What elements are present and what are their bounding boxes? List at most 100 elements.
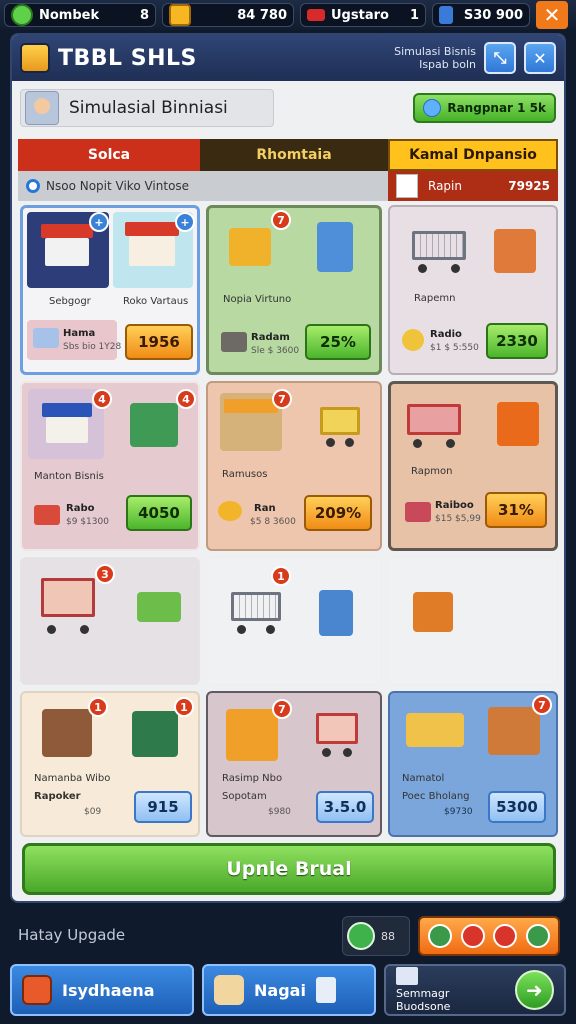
roof-shape	[224, 399, 278, 413]
resource-1-label: Nombek	[39, 7, 100, 23]
wall-shape	[45, 238, 89, 266]
arrow-right-icon[interactable]: ➜	[514, 970, 554, 1010]
category-tabs: Solca Rhomtaia Kamal Dnpansio	[18, 139, 558, 171]
globe-icon	[423, 99, 442, 117]
price-button[interactable]: 25%	[305, 324, 371, 360]
tag-icon	[405, 502, 431, 522]
resource-counter-2[interactable]: 84 780	[162, 3, 294, 27]
radio-icon[interactable]	[26, 179, 40, 193]
ticket-icon	[307, 9, 325, 21]
upgrade-card[interactable]: 7 Namatol Poec Bholang $9730 5300	[388, 691, 558, 837]
history-label[interactable]: Hatay Upgade	[18, 926, 125, 944]
upgrade-card[interactable]: 3	[20, 557, 200, 685]
price-button[interactable]: 4050	[126, 495, 192, 531]
calendar-icon	[396, 967, 418, 985]
price-button[interactable]: 3.5.0	[316, 791, 374, 823]
tab-expansion[interactable]: Kamal Dnpansio	[388, 139, 558, 171]
upgrade-card[interactable]: Rapemn Radio $1 $ 5:550 2330	[388, 205, 558, 375]
produce-stand-icon	[130, 403, 178, 447]
upgrade-card[interactable]: 7 Nopia Virtuno Radam Sle $ 3600 25%	[206, 205, 382, 375]
price-button[interactable]: 209%	[304, 495, 372, 531]
gold-coin-icon	[169, 4, 191, 26]
card-footer-title: Radio	[430, 329, 462, 340]
upgrade-card[interactable]	[388, 557, 558, 685]
card-footer-sub: $5 8 3600	[250, 517, 296, 527]
close-icon[interactable]: ✕	[536, 1, 568, 29]
notification-badge: 3	[95, 564, 115, 584]
upgrade-grid: + + Sebgogr Roko Vartaus Hama Sbs bio 1Y…	[20, 205, 558, 837]
resource-counter-4[interactable]: S30 900	[432, 3, 530, 27]
resource-3-value: 1	[409, 7, 419, 23]
resource-counter-3[interactable]: Ugstaro 1	[300, 3, 426, 27]
card-footer-sub: Sbs bio 1Y28	[63, 342, 122, 352]
gift-icon[interactable]	[493, 924, 518, 948]
upgrade-button[interactable]: Upnle Brual	[22, 843, 556, 895]
puzzle-icon[interactable]	[525, 924, 550, 948]
card-caption: Sebgogr	[49, 296, 91, 307]
notification-badge: 7	[272, 699, 292, 719]
notification-badge: 7	[532, 695, 552, 715]
price-button[interactable]: 1956	[125, 324, 193, 360]
plus-icon[interactable]: +	[175, 212, 195, 232]
shopping-cart-icon	[412, 231, 466, 273]
nav-label: Semmagr Buodsone	[396, 987, 451, 1013]
card-caption: Poec Bholang	[402, 791, 470, 802]
upgrade-card[interactable]: Rapmon Raiboo $15 $5,99 31%	[388, 381, 558, 551]
gift-box-icon	[34, 505, 60, 525]
tab-rhomtaia[interactable]: Rhomtaia	[200, 139, 388, 171]
nav-shop-button[interactable]: Nagai	[202, 964, 376, 1016]
notification-badge: 4	[176, 389, 196, 409]
box-icon	[221, 332, 247, 352]
card-footer-sub: $9 $1300	[66, 517, 109, 527]
hand-truck-icon	[137, 592, 181, 622]
filter-option[interactable]: Nsoo Nopit Viko Vintose	[18, 171, 388, 201]
subtitle-line-2: Ispab boln	[419, 58, 476, 71]
price-button[interactable]: 2330	[486, 323, 548, 359]
price-button[interactable]: 915	[134, 791, 192, 823]
upgrade-card[interactable]: 1	[206, 557, 382, 685]
close-icon: ✕	[533, 48, 547, 68]
nav-inventory-button[interactable]: Isydhaena	[10, 964, 194, 1016]
upgrade-card[interactable]: 1 1 Namanba Wibo Rapoker $09 915	[20, 691, 200, 837]
shopping-cart-icon	[316, 713, 358, 757]
upgrade-card[interactable]: 4 4 Manton Bisnis Rabo $9 $1300 4050	[20, 381, 200, 551]
nav-summary-button[interactable]: Semmagr Buodsone ➜	[384, 964, 566, 1016]
roof-shape	[42, 403, 92, 417]
crate-icon	[497, 402, 539, 446]
manage-button-label: Rangpnar 1 5k	[447, 101, 546, 115]
document-icon	[396, 174, 418, 198]
upgrade-card[interactable]: + + Sebgogr Roko Vartaus Hama Sbs bio 1Y…	[20, 205, 200, 375]
resource-counter-1[interactable]: Nombek 8	[4, 3, 156, 27]
manage-button[interactable]: Rangpnar 1 5k	[413, 93, 556, 123]
card-footer-title: Rabo	[66, 503, 95, 514]
tool-icon[interactable]	[428, 924, 453, 948]
basket-icon	[33, 328, 59, 348]
resize-button[interactable]: ⤡	[484, 42, 516, 74]
store-image	[42, 709, 92, 757]
tab-solca[interactable]: Solca	[18, 139, 200, 171]
card-footer-sub: $980	[268, 807, 291, 817]
plus-icon[interactable]: +	[89, 212, 109, 232]
nav-label: Nagai	[254, 980, 306, 1000]
price-button[interactable]: 31%	[485, 492, 547, 528]
shopping-cart-icon	[320, 407, 360, 447]
card-footer-title: Ran	[254, 503, 276, 514]
card-footer-title: Raiboo	[435, 500, 474, 511]
panel-subtitle: Simulasi Bisnis Ispab boln	[394, 45, 476, 71]
alert-icon[interactable]	[460, 924, 485, 948]
close-panel-button[interactable]: ✕	[524, 42, 556, 74]
notification-badge: 1	[88, 697, 108, 717]
mini-counter-value: 88	[381, 929, 395, 943]
price-button[interactable]: 5300	[488, 791, 546, 823]
upgrade-card[interactable]: 7 Ramusos Ran $5 8 3600 209%	[206, 381, 382, 551]
avatar	[25, 91, 59, 125]
card-caption: Rapoker	[34, 791, 81, 802]
notification-badge: 7	[272, 389, 292, 409]
upgrade-card[interactable]: 7 Rasimp Nbo Sopotam $980 3.5.0	[206, 691, 382, 837]
mini-counter[interactable]: 88	[342, 916, 410, 956]
quick-actions	[418, 916, 560, 956]
card-footer-sub: $1 $ 5:550	[430, 343, 479, 353]
flag-icon	[439, 6, 453, 24]
card-caption: Namatol	[402, 773, 445, 784]
bottom-info-bar: Hatay Upgade 88	[0, 906, 576, 962]
